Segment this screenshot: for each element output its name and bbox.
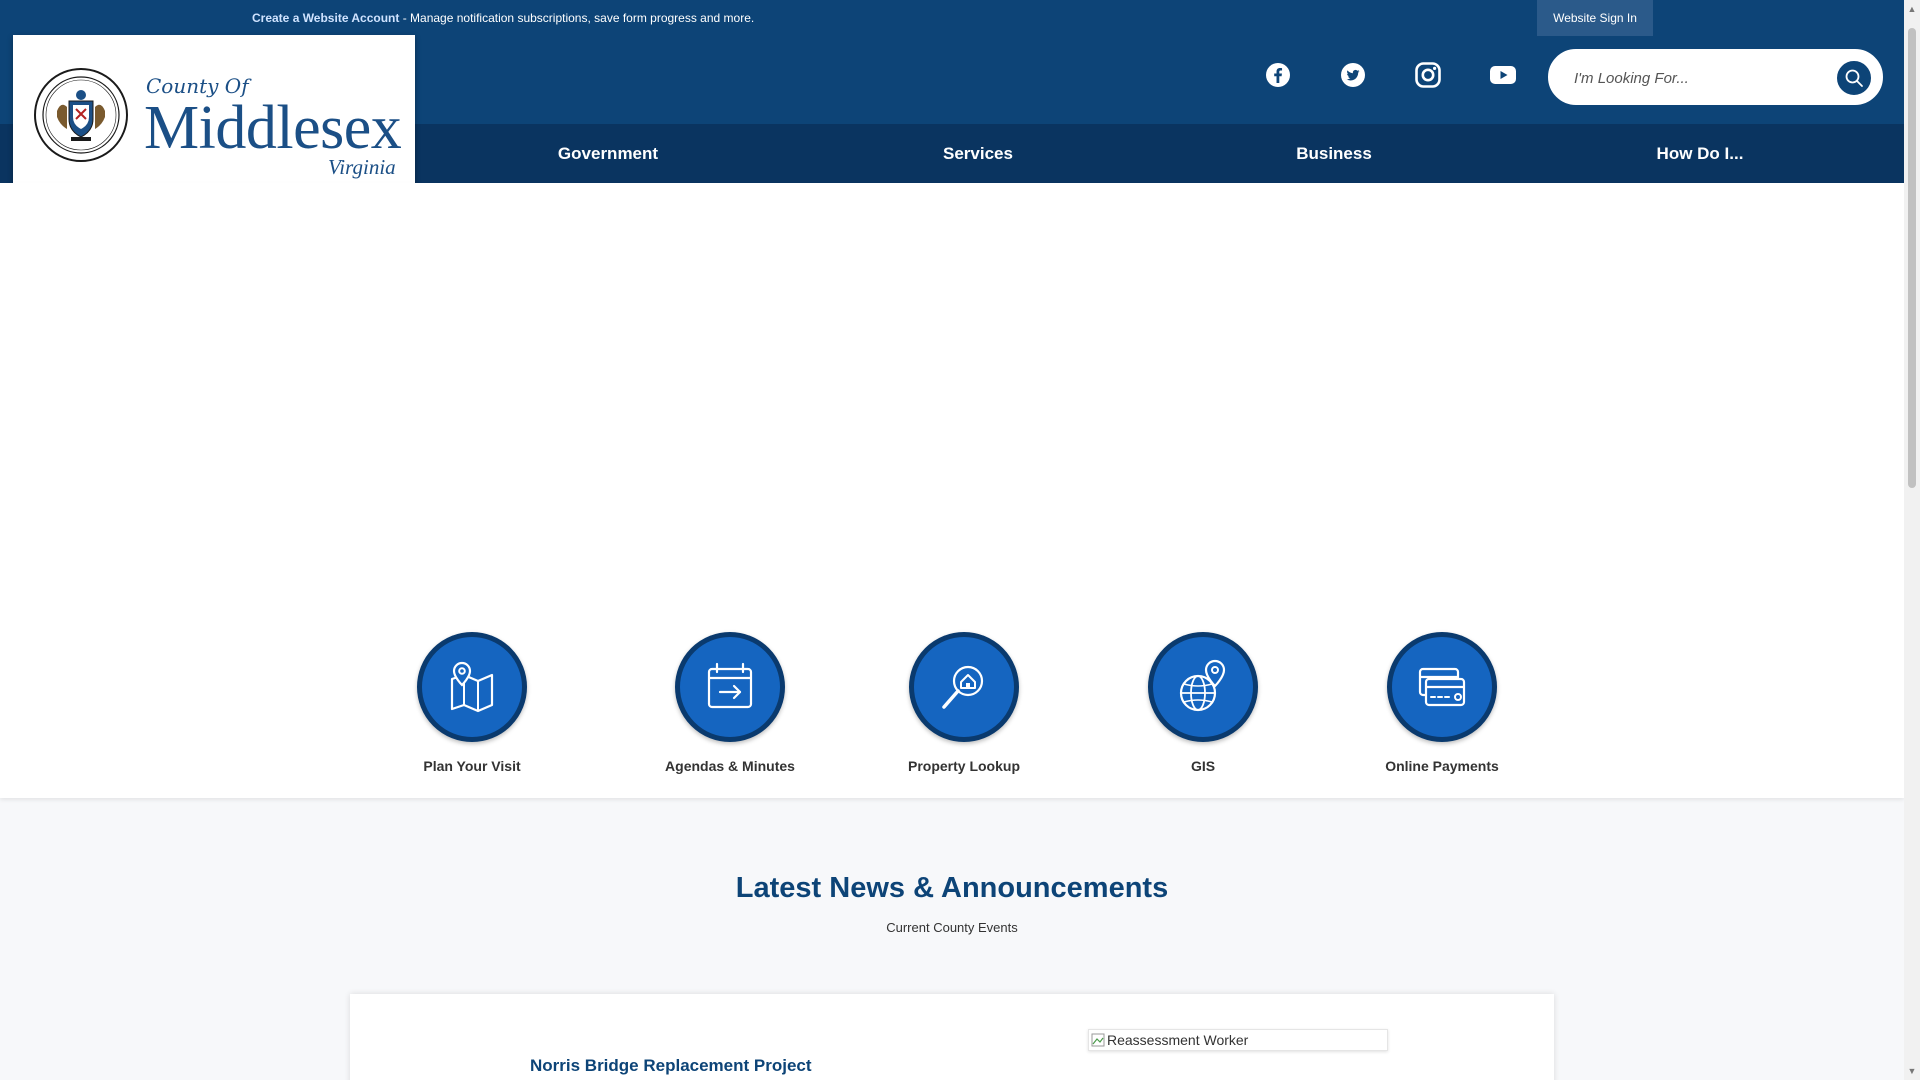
quick-link-circle — [909, 632, 1019, 742]
quick-link-label: Online Payments — [1385, 758, 1499, 774]
quick-link-online-payments[interactable]: Online Payments — [1342, 632, 1542, 774]
account-message-text: - Manage notification subscriptions, sav… — [399, 11, 755, 25]
broken-image-icon — [1091, 1033, 1105, 1047]
quick-link-label: Agendas & Minutes — [665, 758, 795, 774]
news-headline-link[interactable]: Norris Bridge Replacement Project — [530, 1056, 812, 1076]
house-search-icon — [942, 665, 984, 709]
nav-item-services[interactable]: Services — [830, 124, 1126, 183]
news-section-title: Latest News & Announcements — [735, 872, 1169, 904]
page: Create a Website Account - Manage notifi… — [0, 0, 1920, 1080]
top-utility-bar: Create a Website Account - Manage notifi… — [0, 0, 1904, 36]
instagram-icon[interactable] — [1413, 60, 1443, 90]
credit-card-icon — [1418, 667, 1466, 707]
search-input[interactable] — [1574, 65, 1814, 91]
logo-name: Middlesex — [144, 94, 402, 162]
quick-link-gis[interactable]: GIS — [1103, 632, 1303, 774]
quick-link-circle — [1148, 632, 1258, 742]
scroll-thumb[interactable] — [1908, 28, 1916, 488]
news-image-alt-text: Reassessment Worker — [1107, 1032, 1249, 1048]
quick-link-label: Property Lookup — [907, 758, 1020, 774]
news-image-placeholder[interactable]: Reassessment Worker — [1088, 1029, 1388, 1051]
twitter-icon[interactable] — [1338, 60, 1368, 90]
map-pin-icon — [450, 661, 494, 713]
account-message: Create a Website Account - Manage notifi… — [252, 11, 754, 25]
calendar-arrow-icon — [707, 662, 753, 709]
scroll-up-icon[interactable]: ▲ — [1907, 4, 1917, 14]
logo-state: Virginia — [328, 155, 396, 179]
quick-link-agendas-minutes[interactable]: Agendas & Minutes — [630, 632, 830, 774]
youtube-icon[interactable] — [1488, 60, 1518, 90]
create-account-link[interactable]: Create a Website Account — [252, 11, 399, 25]
news-section-subtitle: Current County Events — [886, 920, 1018, 935]
facebook-icon[interactable] — [1263, 60, 1293, 90]
nav-item-government[interactable]: Government — [452, 124, 764, 183]
quick-link-circle — [417, 632, 527, 742]
nav-item-business[interactable]: Business — [1182, 124, 1486, 183]
page-scrollbar[interactable]: ▲ ▼ — [1904, 0, 1920, 1080]
website-sign-in-button[interactable]: Website Sign In — [1537, 0, 1653, 36]
site-search — [1548, 49, 1883, 105]
quick-link-circle — [675, 632, 785, 742]
county-seal-icon — [34, 68, 128, 162]
scroll-down-icon[interactable]: ▼ — [1907, 1066, 1917, 1076]
quick-link-property-lookup[interactable]: Property Lookup — [864, 632, 1064, 774]
globe-pin-icon — [1179, 659, 1226, 712]
news-card: Norris Bridge Replacement Project Reasse… — [350, 994, 1554, 1080]
quick-link-plan-your-visit[interactable]: Plan Your Visit — [372, 632, 572, 774]
nav-item-how-do-i[interactable]: How Do I... — [1540, 124, 1860, 183]
quick-link-label: Plan Your Visit — [423, 758, 521, 774]
quick-link-label: GIS — [1190, 758, 1216, 774]
quick-link-circle — [1387, 632, 1497, 742]
search-icon — [1845, 69, 1863, 87]
search-button[interactable] — [1835, 59, 1873, 97]
